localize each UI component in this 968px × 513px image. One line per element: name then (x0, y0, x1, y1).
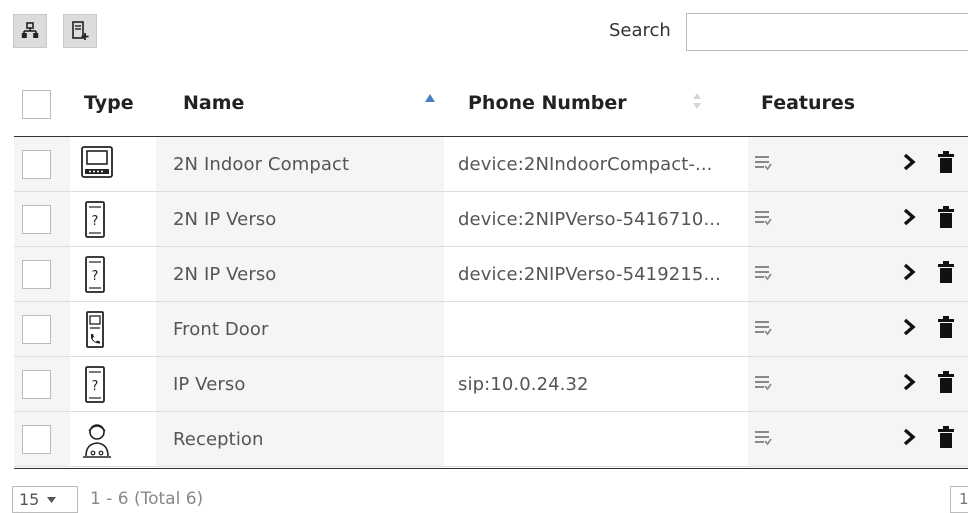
select-all-checkbox[interactable] (22, 90, 51, 119)
row-checkbox[interactable] (22, 205, 51, 234)
svg-text:?: ? (92, 214, 99, 229)
pager-info: 1 - 6 (Total 6) (90, 489, 204, 509)
chevron-right-icon[interactable] (902, 318, 916, 340)
trash-icon[interactable] (938, 151, 954, 177)
org-tree-icon (21, 22, 39, 38)
row-cell-bg (748, 192, 968, 247)
row-name: 2N IP Verso (173, 264, 277, 285)
search-label: Search (609, 20, 671, 41)
receptionist-icon (80, 420, 114, 464)
page-size-value: 15 (19, 490, 40, 509)
row-name: 2N Indoor Compact (173, 154, 350, 175)
row-name: IP Verso (173, 374, 246, 395)
table-row[interactable]: ? 2N IP Verso device:2NIPVerso-5419215... (0, 247, 968, 302)
features-list-icon[interactable] (754, 210, 772, 230)
row-cell-bg (444, 412, 748, 467)
table-row[interactable]: Reception (0, 412, 968, 467)
indoor-compact-icon (80, 145, 114, 185)
column-header-type[interactable]: Type (84, 92, 134, 114)
row-name: Front Door (173, 319, 269, 340)
row-checkbox[interactable] (22, 370, 51, 399)
row-checkbox[interactable] (22, 150, 51, 179)
table-row[interactable]: ? 2N IP Verso device:2NIPVerso-5416710... (0, 192, 968, 247)
features-list-icon[interactable] (754, 375, 772, 395)
features-list-icon[interactable] (754, 155, 772, 175)
chevron-right-icon[interactable] (902, 373, 916, 395)
features-list-icon[interactable] (754, 265, 772, 285)
row-checkbox[interactable] (22, 260, 51, 289)
unknown-device-icon: ? (80, 255, 110, 299)
row-cell-bg (748, 302, 968, 357)
chevron-right-icon[interactable] (902, 428, 916, 450)
chevron-down-icon (47, 496, 57, 503)
features-list-icon[interactable] (754, 320, 772, 340)
svg-text:?: ? (92, 379, 99, 394)
row-cell-bg (748, 412, 968, 467)
sort-unsorted-icon[interactable] (692, 93, 702, 109)
unknown-device-icon: ? (80, 200, 110, 244)
row-checkbox[interactable] (22, 315, 51, 344)
row-cell-bg (748, 247, 968, 302)
column-header-features: Features (761, 92, 856, 114)
org-tree-button[interactable] (13, 14, 47, 48)
trash-icon[interactable] (938, 371, 954, 397)
chevron-right-icon[interactable] (902, 153, 916, 175)
trash-icon[interactable] (938, 316, 954, 342)
row-cell-bg (748, 137, 968, 192)
trash-icon[interactable] (938, 261, 954, 287)
table-row[interactable]: 2N Indoor Compact device:2NIndoorCompact-… (0, 137, 968, 192)
sort-ascending-icon[interactable] (425, 94, 435, 102)
table-bottom-divider (14, 468, 968, 469)
page-size-select[interactable]: 15 (12, 486, 78, 513)
chevron-right-icon[interactable] (902, 263, 916, 285)
row-cell-bg (748, 357, 968, 412)
features-list-icon[interactable] (754, 430, 772, 450)
chevron-right-icon[interactable] (902, 208, 916, 230)
trash-icon[interactable] (938, 426, 954, 452)
row-phone-number: sip:10.0.24.32 (458, 374, 589, 395)
row-phone-number: device:2NIPVerso-5419215... (458, 264, 721, 285)
row-phone-number: device:2NIPVerso-5416710... (458, 209, 721, 230)
row-divider (14, 466, 968, 467)
add-device-button[interactable] (63, 14, 97, 48)
svg-text:?: ? (92, 269, 99, 284)
search-input[interactable] (686, 13, 968, 51)
table-header: Type Name Phone Number Features (0, 76, 968, 136)
unknown-device-icon: ? (80, 365, 110, 409)
door-intercom-icon (80, 310, 110, 354)
row-phone-number: device:2NIndoorCompact-... (458, 154, 713, 175)
row-name: 2N IP Verso (173, 209, 277, 230)
row-name: Reception (173, 429, 264, 450)
column-header-phone-number[interactable]: Phone Number (468, 92, 627, 114)
table-row[interactable]: ? IP Verso sip:10.0.24.32 (0, 357, 968, 412)
trash-icon[interactable] (938, 206, 954, 232)
row-checkbox[interactable] (22, 425, 51, 454)
table-row[interactable]: Front Door (0, 302, 968, 357)
column-header-name[interactable]: Name (183, 92, 244, 114)
add-device-icon (72, 21, 89, 40)
page-button[interactable]: 1 (950, 486, 968, 513)
row-cell-bg (444, 302, 748, 357)
